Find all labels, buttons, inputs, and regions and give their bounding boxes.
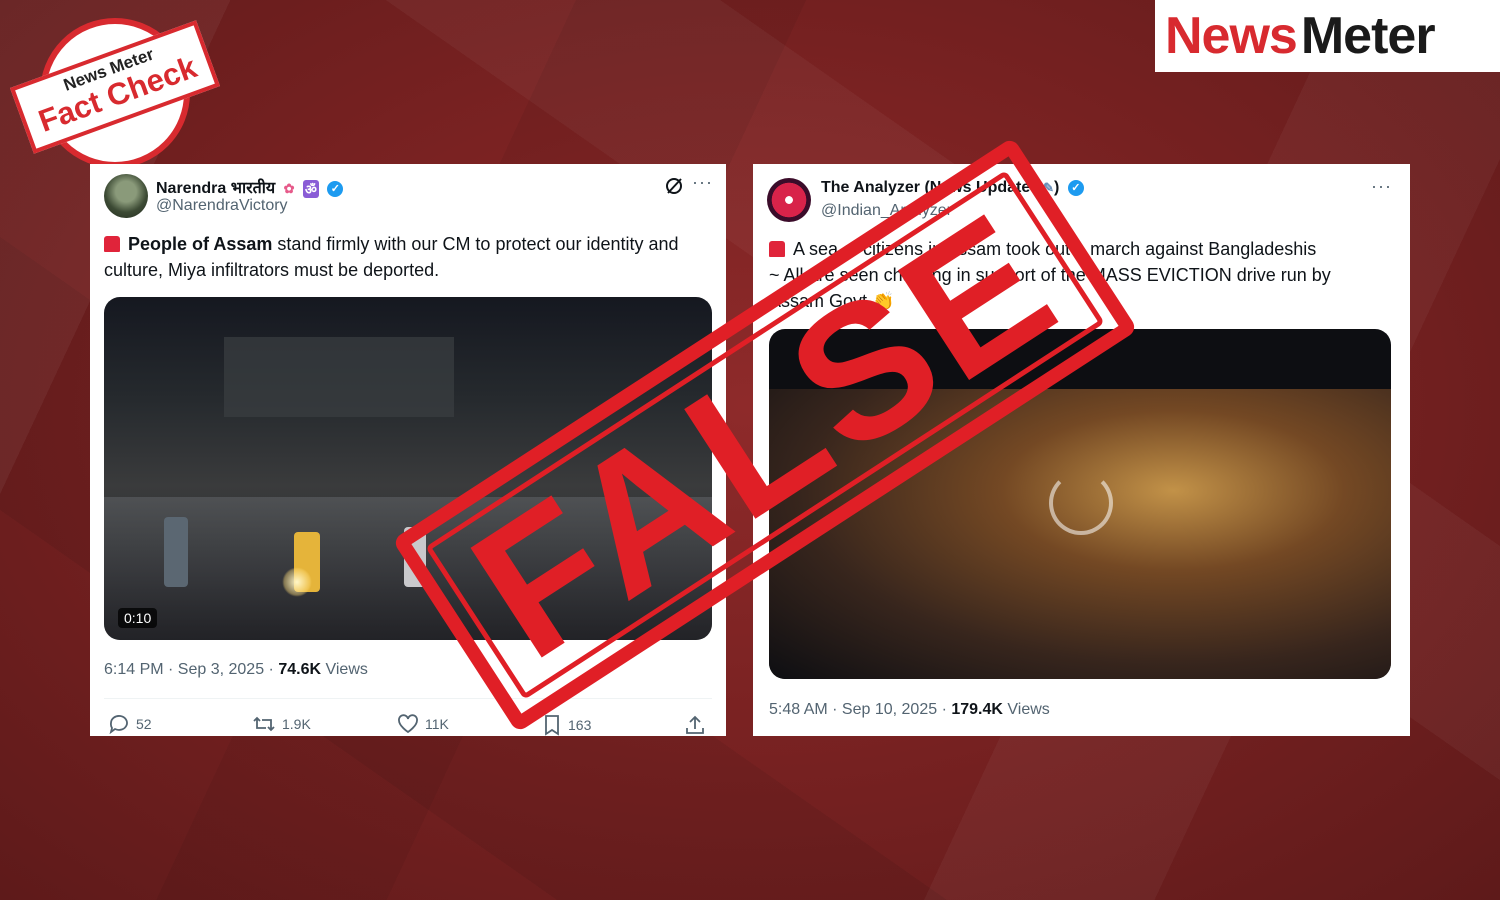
more-options-icon[interactable]: ···	[692, 172, 713, 193]
lotus-emoji-icon: ✿	[283, 180, 295, 196]
tweet-timestamp[interactable]: 5:48 AM · Sep 10, 2025 · 179.4K Views	[769, 701, 1050, 719]
avatar[interactable]	[767, 178, 811, 222]
repost-button[interactable]: 1.9K	[252, 714, 311, 734]
repost-icon	[253, 716, 275, 732]
verified-badge-icon: ✓	[327, 180, 344, 197]
reply-icon	[109, 715, 128, 734]
like-button[interactable]: 11K	[397, 714, 449, 734]
tweet-timestamp[interactable]: 6:14 PM · Sep 3, 2025 · 74.6K Views	[104, 661, 368, 679]
siren-emoji-icon	[104, 236, 120, 252]
loading-spinner-icon	[1049, 471, 1113, 535]
video-duration: 0:10	[118, 608, 158, 628]
grok-icon[interactable]	[664, 176, 684, 196]
om-emoji-icon: ॐ	[303, 179, 319, 198]
verified-badge-icon: ✓	[1067, 179, 1084, 196]
share-icon[interactable]	[684, 714, 706, 736]
bookmark-button[interactable]: 163	[542, 714, 591, 736]
person-figure	[164, 517, 188, 587]
newsmeter-logo: News Meter	[1155, 0, 1500, 72]
divider	[104, 698, 712, 699]
display-name[interactable]: Narendra भारतीय ✿ ॐ ✓	[156, 176, 344, 198]
reply-button[interactable]: 52	[108, 714, 152, 734]
building-backdrop	[224, 337, 454, 417]
avatar[interactable]	[104, 174, 148, 218]
heart-icon	[398, 714, 418, 734]
headlight	[282, 567, 312, 597]
user-handle[interactable]: @NarendraVictory	[156, 197, 288, 215]
bookmark-icon	[545, 715, 559, 736]
more-options-icon[interactable]: ···	[1371, 176, 1392, 197]
tweet-text: People of Assam stand firmly with our CM…	[104, 234, 679, 280]
siren-emoji-icon	[769, 241, 785, 257]
